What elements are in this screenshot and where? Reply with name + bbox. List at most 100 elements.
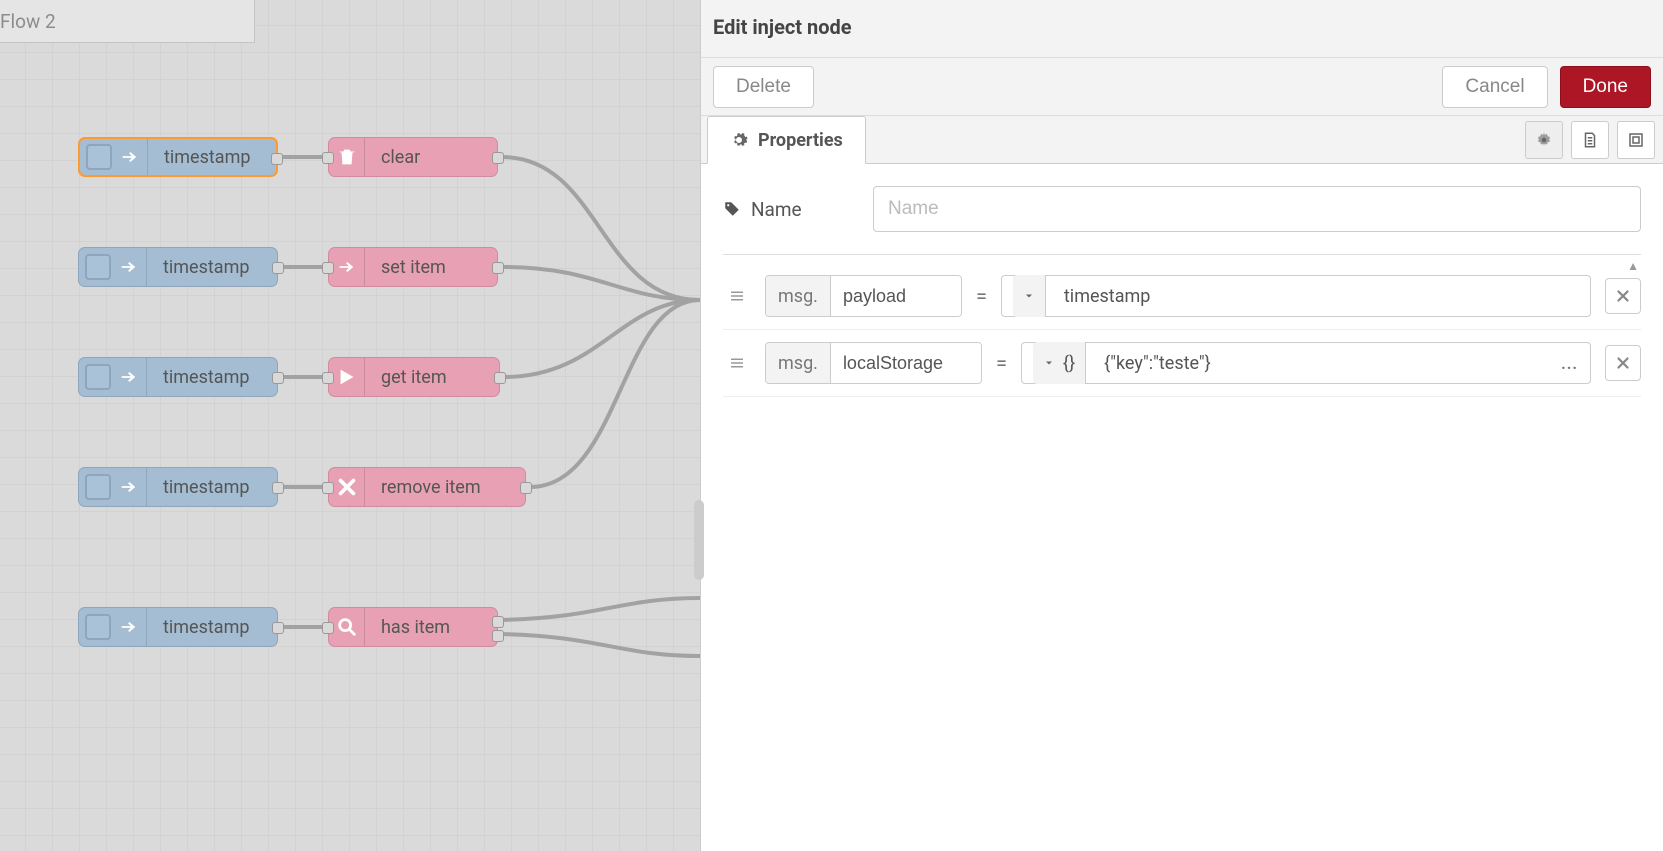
search-icon xyxy=(329,608,365,646)
node-label: get item xyxy=(365,367,463,388)
arrow-right-icon xyxy=(111,248,147,286)
x-icon xyxy=(1614,287,1632,305)
node-settings-button[interactable] xyxy=(1525,121,1563,159)
done-button[interactable]: Done xyxy=(1560,66,1651,108)
property-list: ▲ msg. = timestamp xyxy=(723,254,1641,397)
output-port[interactable] xyxy=(271,153,283,165)
input-port[interactable] xyxy=(322,152,334,164)
output-port[interactable] xyxy=(520,482,532,494)
panel-action-bar: Delete Cancel Done xyxy=(701,58,1663,116)
output-port[interactable] xyxy=(272,622,284,634)
storage-node-removeitem[interactable]: remove item xyxy=(328,467,526,507)
chevron-down-icon xyxy=(1023,290,1035,302)
output-port[interactable] xyxy=(492,616,504,628)
input-port[interactable] xyxy=(322,372,334,384)
msg-prefix: msg. xyxy=(766,276,831,316)
drag-handle[interactable] xyxy=(723,354,751,372)
msg-prefix: msg. xyxy=(766,343,831,383)
input-port[interactable] xyxy=(322,262,334,274)
output-port[interactable] xyxy=(492,630,504,642)
arrow-right-icon xyxy=(329,248,365,286)
msg-property-input[interactable]: msg. xyxy=(765,275,962,317)
cancel-button[interactable]: Cancel xyxy=(1442,66,1547,108)
remove-row-button[interactable] xyxy=(1605,345,1641,381)
gear-icon xyxy=(730,131,748,149)
x-icon xyxy=(329,468,365,506)
node-label: timestamp xyxy=(147,617,265,638)
inject-trigger-button[interactable] xyxy=(85,474,111,500)
arrow-right-icon xyxy=(111,468,147,506)
trash-icon xyxy=(329,138,365,176)
input-port[interactable] xyxy=(322,482,334,494)
output-port[interactable] xyxy=(272,482,284,494)
inject-node-4[interactable]: timestamp xyxy=(78,467,278,507)
scroll-up-icon: ▲ xyxy=(1627,259,1639,273)
inject-node-5[interactable]: timestamp xyxy=(78,607,278,647)
msg-property-input[interactable]: msg. xyxy=(765,342,982,384)
name-field-row: Name xyxy=(723,186,1641,232)
storage-node-setitem[interactable]: set item xyxy=(328,247,498,287)
node-label: has item xyxy=(365,617,466,638)
input-port[interactable] xyxy=(322,622,334,634)
msg-property-name[interactable] xyxy=(831,276,961,316)
node-label: remove item xyxy=(365,477,497,498)
grip-icon xyxy=(728,287,746,305)
inject-node-2[interactable]: timestamp xyxy=(78,247,278,287)
name-label-text: Name xyxy=(751,198,802,221)
tab-properties[interactable]: Properties xyxy=(707,116,866,164)
output-port[interactable] xyxy=(272,372,284,384)
arrow-right-solid-icon xyxy=(329,358,365,396)
grip-icon xyxy=(728,354,746,372)
panel-resize-handle[interactable] xyxy=(694,500,704,580)
panel-title: Edit inject node xyxy=(701,0,1663,58)
output-port[interactable] xyxy=(494,372,506,384)
storage-node-getitem[interactable]: get item xyxy=(328,357,500,397)
property-row: msg. = {} {"key":"teste"} ... xyxy=(723,330,1641,397)
expand-value-button[interactable]: ... xyxy=(1561,354,1578,373)
panel-tabs: Properties xyxy=(701,116,1663,164)
tab-properties-label: Properties xyxy=(758,130,843,151)
arrow-right-icon xyxy=(111,358,147,396)
type-label: {} xyxy=(1063,353,1075,374)
inject-trigger-button[interactable] xyxy=(85,364,111,390)
inject-node-3[interactable]: timestamp xyxy=(78,357,278,397)
output-port[interactable] xyxy=(492,262,504,274)
node-description-button[interactable] xyxy=(1571,121,1609,159)
storage-node-clear[interactable]: clear xyxy=(328,137,498,177)
inject-trigger-button[interactable] xyxy=(86,144,112,170)
panel-body: Name ▲ msg. = timestamp xyxy=(701,164,1663,851)
remove-row-button[interactable] xyxy=(1605,278,1641,314)
value-type-selector[interactable]: timestamp xyxy=(1001,275,1591,317)
flow-tab-label: Flow 2 xyxy=(0,10,56,33)
drag-handle[interactable] xyxy=(723,287,751,305)
property-row: msg. = timestamp xyxy=(723,263,1641,330)
msg-property-name[interactable] xyxy=(831,343,981,383)
gear-icon xyxy=(1535,131,1553,149)
arrow-right-icon xyxy=(112,139,148,175)
output-port[interactable] xyxy=(272,262,284,274)
inject-trigger-button[interactable] xyxy=(85,614,111,640)
flow-tab[interactable]: Flow 2 xyxy=(0,0,255,43)
flow-canvas[interactable]: Flow 2 timestamp timestamp timestamp xyxy=(0,0,700,851)
output-port[interactable] xyxy=(492,152,504,164)
value-type-selector[interactable]: {} {"key":"teste"} ... xyxy=(1021,342,1591,384)
storage-node-hasitem[interactable]: has item xyxy=(328,607,498,647)
equals-label: = xyxy=(976,284,987,308)
chevron-down-icon xyxy=(1043,357,1055,369)
box-select-icon xyxy=(1627,131,1645,149)
edit-panel: Edit inject node Delete Cancel Done Prop… xyxy=(700,0,1663,851)
document-icon xyxy=(1581,131,1599,149)
type-dropdown[interactable] xyxy=(1013,275,1046,317)
node-label: timestamp xyxy=(147,477,265,498)
node-label: clear xyxy=(365,147,436,168)
value-display: timestamp xyxy=(1064,286,1578,307)
name-input[interactable] xyxy=(873,186,1641,232)
inject-node-1[interactable]: timestamp xyxy=(78,137,278,177)
inject-trigger-button[interactable] xyxy=(85,254,111,280)
x-icon xyxy=(1614,354,1632,372)
delete-button[interactable]: Delete xyxy=(713,66,814,108)
value-display: {"key":"teste"} xyxy=(1104,353,1551,374)
node-label: set item xyxy=(365,257,462,278)
node-appearance-button[interactable] xyxy=(1617,121,1655,159)
type-dropdown[interactable]: {} xyxy=(1033,342,1086,384)
